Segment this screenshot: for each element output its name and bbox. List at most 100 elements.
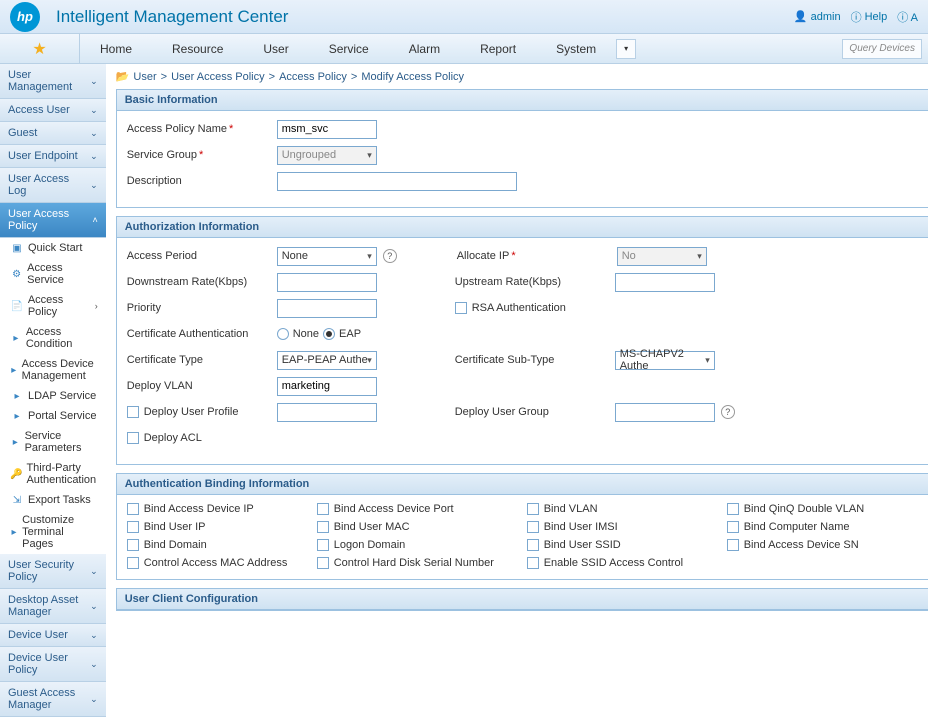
- check-deploy-user-profile[interactable]: Deploy User Profile: [127, 406, 277, 418]
- chevron-down-icon: ⌄: [90, 76, 98, 87]
- help-icon: ⓘ: [851, 9, 862, 25]
- label-rsa-auth: RSA Authentication: [472, 302, 566, 314]
- sidebar-user-access-policy[interactable]: User Access Policy˄: [0, 203, 106, 238]
- radio-cert-none[interactable]: [277, 328, 289, 340]
- info-icon: ⓘ: [897, 12, 908, 24]
- chevron-down-icon: ⌄: [90, 151, 98, 162]
- sidebar-item-access-condition[interactable]: ▸Access Condition: [0, 322, 106, 354]
- menu-user[interactable]: User: [243, 42, 308, 56]
- input-description[interactable]: [277, 172, 517, 191]
- sidebar-item-customize-terminal[interactable]: ▸Customize Terminal Pages: [0, 510, 106, 554]
- sidebar-user-access-log[interactable]: User Access Log⌄: [0, 168, 106, 203]
- input-downstream-rate[interactable]: [277, 273, 377, 292]
- info-link[interactable]: ⓘ A: [897, 9, 918, 25]
- check-logon-domain[interactable]: Logon Domain: [317, 539, 527, 551]
- sidebar-item-service-parameters[interactable]: ▸Service Parameters: [0, 426, 106, 458]
- chevron-down-icon: ⌄: [90, 601, 98, 612]
- chevron-down-icon: ⌄: [90, 630, 98, 641]
- chevron-down-icon: ⌄: [90, 659, 98, 670]
- dropdown-cert-type[interactable]: EAP-PEAP Authe: [277, 351, 377, 370]
- label-priority: Priority: [127, 302, 277, 314]
- radio-cert-eap[interactable]: [323, 328, 335, 340]
- bullet-icon: ▸: [10, 437, 21, 448]
- check-bind-domain[interactable]: Bind Domain: [127, 539, 317, 551]
- admin-link[interactable]: 👤admin: [794, 10, 841, 23]
- input-deploy-user-profile[interactable]: [277, 403, 377, 422]
- quick-start-icon: ▣: [10, 243, 24, 254]
- menu-home[interactable]: Home: [80, 42, 152, 56]
- dropdown-access-period[interactable]: None: [277, 247, 377, 266]
- menu-service[interactable]: Service: [309, 42, 389, 56]
- label-description: Description: [127, 175, 277, 187]
- menu-report[interactable]: Report: [460, 42, 536, 56]
- input-priority[interactable]: [277, 299, 377, 318]
- sidebar-item-export-tasks[interactable]: ⇲Export Tasks: [0, 490, 106, 510]
- label-downstream-rate: Downstream Rate(Kbps): [127, 276, 277, 288]
- check-control-hd-serial[interactable]: Control Hard Disk Serial Number: [317, 557, 527, 569]
- label-cert-subtype: Certificate Sub-Type: [455, 354, 615, 366]
- sidebar: User Management⌄ Access User⌄ Guest⌄ Use…: [0, 64, 106, 717]
- hp-logo-icon: hp: [10, 2, 40, 32]
- top-right: 👤admin ⓘHelp ⓘ A: [794, 9, 918, 25]
- check-bind-user-ssid[interactable]: Bind User SSID: [527, 539, 727, 551]
- check-bind-access-device-sn[interactable]: Bind Access Device SN: [727, 539, 927, 551]
- query-type-dropdown[interactable]: ▾: [616, 39, 636, 59]
- sidebar-item-ldap-service[interactable]: ▸LDAP Service: [0, 386, 106, 406]
- menu-bar: ★ Home Resource User Service Alarm Repor…: [0, 34, 928, 64]
- checkbox-rsa-auth[interactable]: [455, 302, 467, 314]
- sidebar-item-access-policy[interactable]: 📄Access Policy›: [0, 290, 106, 322]
- sidebar-item-third-party-auth[interactable]: 🔑Third-Party Authentication: [0, 458, 106, 490]
- breadcrumb-uap[interactable]: User Access Policy: [171, 71, 265, 83]
- query-input[interactable]: Query Devices: [842, 39, 922, 59]
- input-upstream-rate[interactable]: [615, 273, 715, 292]
- check-bind-user-ip[interactable]: Bind User IP: [127, 521, 317, 533]
- dropdown-allocate-ip[interactable]: No: [617, 247, 707, 266]
- sidebar-guest[interactable]: Guest⌄: [0, 122, 106, 145]
- sidebar-item-portal-service[interactable]: ▸Portal Service: [0, 406, 106, 426]
- input-deploy-vlan[interactable]: [277, 377, 377, 396]
- check-bind-access-device-ip[interactable]: Bind Access Device IP: [127, 503, 317, 515]
- help-icon[interactable]: ?: [721, 405, 735, 419]
- check-bind-user-imsi[interactable]: Bind User IMSI: [527, 521, 727, 533]
- check-bind-qinq-double-vlan[interactable]: Bind QinQ Double VLAN: [727, 503, 927, 515]
- sidebar-user-endpoint[interactable]: User Endpoint⌄: [0, 145, 106, 168]
- sidebar-user-security-policy[interactable]: User Security Policy⌄: [0, 554, 106, 589]
- label-deploy-vlan: Deploy VLAN: [127, 380, 277, 392]
- help-link[interactable]: ⓘHelp: [851, 9, 888, 25]
- dropdown-cert-subtype[interactable]: MS-CHAPV2 Authe: [615, 351, 715, 370]
- breadcrumb: 📂 User > User Access Policy > Access Pol…: [116, 70, 928, 83]
- sidebar-access-user[interactable]: Access User⌄: [0, 99, 106, 122]
- check-deploy-acl[interactable]: Deploy ACL: [127, 432, 277, 444]
- check-bind-user-mac[interactable]: Bind User MAC: [317, 521, 527, 533]
- app-title: Intelligent Management Center: [56, 7, 288, 27]
- menu-alarm[interactable]: Alarm: [389, 42, 460, 56]
- check-control-access-mac[interactable]: Control Access MAC Address: [127, 557, 317, 569]
- check-bind-access-device-port[interactable]: Bind Access Device Port: [317, 503, 527, 515]
- sidebar-desktop-asset-manager[interactable]: Desktop Asset Manager⌄: [0, 589, 106, 624]
- breadcrumb-user[interactable]: User: [133, 71, 156, 83]
- label-deploy-user-group: Deploy User Group: [455, 406, 615, 418]
- menu-system[interactable]: System: [536, 42, 616, 56]
- sidebar-user-management[interactable]: User Management⌄: [0, 64, 106, 99]
- main-content: 📂 User > User Access Policy > Access Pol…: [106, 64, 928, 717]
- menu-resource[interactable]: Resource: [152, 42, 243, 56]
- bullet-icon: ▸: [10, 411, 24, 422]
- chevron-up-icon: ˄: [92, 215, 97, 225]
- sidebar-item-access-device-management[interactable]: ▸Access Device Management: [0, 354, 106, 386]
- sidebar-item-quick-start[interactable]: ▣Quick Start: [0, 238, 106, 258]
- input-policy-name[interactable]: [277, 120, 377, 139]
- check-bind-computer-name[interactable]: Bind Computer Name: [727, 521, 927, 533]
- sidebar-device-user-policy[interactable]: Device User Policy⌄: [0, 647, 106, 682]
- sidebar-guest-access-manager[interactable]: Guest Access Manager⌄: [0, 682, 106, 717]
- sidebar-device-user[interactable]: Device User⌄: [0, 624, 106, 647]
- breadcrumb-ap[interactable]: Access Policy: [279, 71, 347, 83]
- input-deploy-user-group[interactable]: [615, 403, 715, 422]
- favorites-icon[interactable]: ★: [0, 34, 80, 63]
- help-icon[interactable]: ?: [383, 249, 397, 263]
- dropdown-service-group[interactable]: Ungrouped: [277, 146, 377, 165]
- sidebar-item-access-service[interactable]: ⚙Access Service: [0, 258, 106, 290]
- check-bind-vlan[interactable]: Bind VLAN: [527, 503, 727, 515]
- panel-head-auth: Authorization Information: [117, 217, 928, 238]
- access-policy-icon: 📄: [10, 301, 24, 312]
- check-enable-ssid-access-control[interactable]: Enable SSID Access Control: [527, 557, 727, 569]
